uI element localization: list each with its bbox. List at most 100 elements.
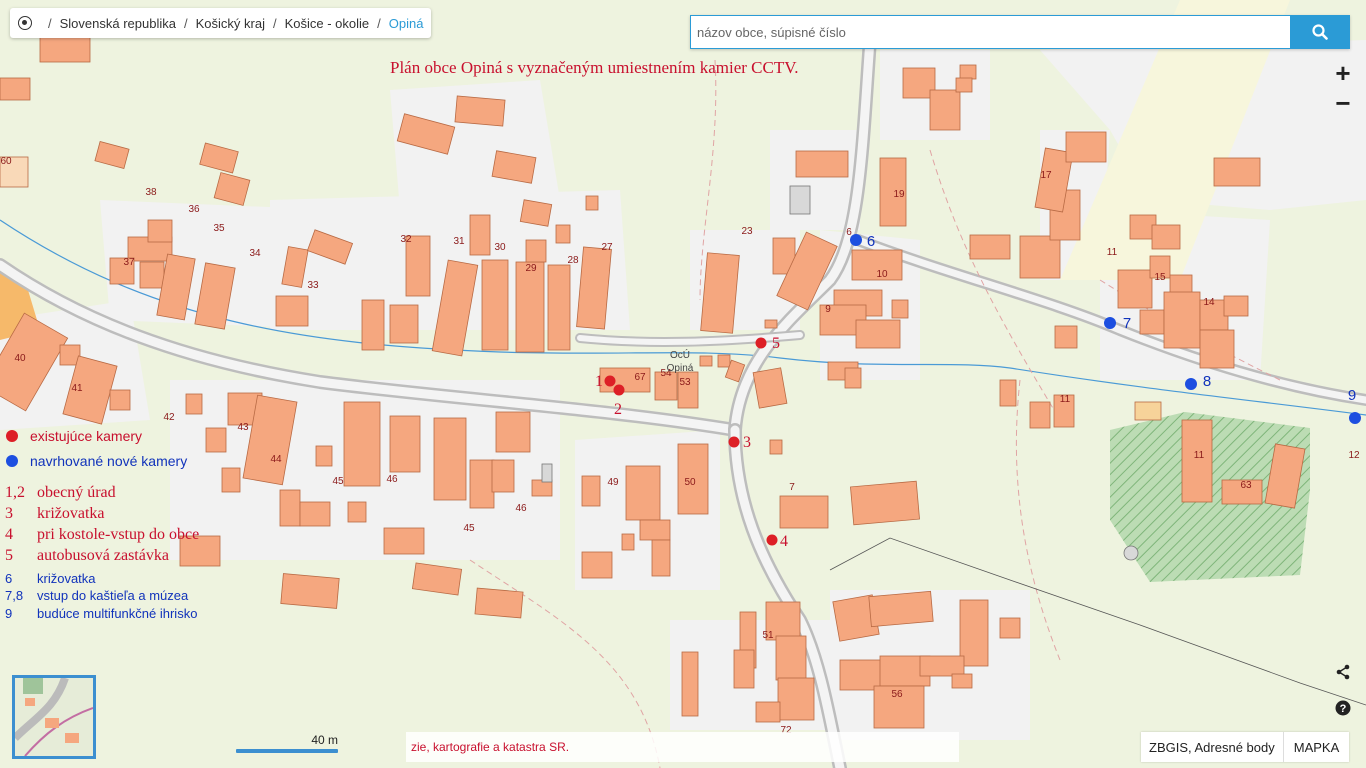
proposed-camera-marker (6, 455, 18, 467)
house-number: 11 (1060, 394, 1071, 405)
search-icon (1312, 24, 1328, 40)
scale-bar: 40 m (236, 733, 338, 753)
basemap-button[interactable]: MAPKA (1282, 732, 1350, 762)
breadcrumb-item-current[interactable]: Opiná (389, 16, 424, 31)
house-number: 34 (249, 248, 261, 259)
house-number: 43 (237, 422, 249, 433)
camera-number: 8 (1203, 373, 1211, 390)
house-number: 23 (741, 226, 753, 237)
breadcrumb: / Slovenská republika / Košický kraj / K… (10, 8, 432, 38)
house-number: 35 (213, 223, 225, 234)
breadcrumb-separator: / (48, 15, 52, 31)
svg-text:?: ? (1340, 703, 1347, 715)
house-number: 46 (386, 474, 398, 485)
breadcrumb-item-country[interactable]: Slovenská republika (60, 16, 176, 31)
house-number: 27 (601, 242, 613, 253)
legend-entry: 3 križovatka (5, 505, 105, 522)
house-number: 15 (1154, 272, 1166, 283)
layer-switcher: ZBGIS, Adresné body MAPKA (1141, 732, 1350, 762)
house-number: 45 (463, 523, 475, 534)
house-number: 67 (634, 372, 646, 383)
existing-camera-marker[interactable] (604, 375, 616, 387)
camera-number: 4 (780, 533, 788, 550)
legend-entry: 1,2 obecný úrad (5, 484, 116, 501)
place-label: OcÚ (670, 348, 690, 361)
house-number: 31 (453, 236, 465, 247)
house-number: 11 (1194, 450, 1205, 461)
house-number: 10 (876, 269, 888, 280)
proposed-camera-marker[interactable] (1349, 412, 1361, 424)
zoom-out-button[interactable]: − (1328, 88, 1358, 118)
camera-number: 1 (595, 373, 603, 390)
house-number: 60 (0, 156, 12, 167)
scale-line (236, 749, 338, 753)
existing-camera-marker[interactable] (728, 436, 740, 448)
house-number: 36 (188, 204, 200, 215)
legend-entry: 7,8 vstup do kaštieľa a múzea (5, 588, 189, 603)
camera-number: 2 (614, 401, 622, 418)
legend-existing: existujúce kamery (6, 428, 142, 444)
proposed-camera-marker[interactable] (850, 234, 862, 246)
house-number: 63 (1240, 480, 1252, 491)
proposed-camera-marker[interactable] (1104, 317, 1116, 329)
house-number: 49 (607, 477, 619, 488)
house-number: 37 (123, 257, 135, 268)
house-number: 46 (515, 503, 527, 514)
search-input[interactable] (690, 15, 1290, 49)
camera-number: 3 (743, 434, 751, 451)
legend-entry: 6 križovatka (5, 571, 96, 586)
camera-number: 9 (1348, 387, 1356, 404)
house-number: 53 (679, 377, 691, 388)
existing-camera-marker (6, 430, 18, 442)
legend-entry: 5 autobusová zastávka (5, 547, 169, 564)
proposed-camera-marker[interactable] (1185, 378, 1197, 390)
share-button[interactable] (1333, 662, 1353, 682)
legend-proposed: navrhované nové kamery (6, 453, 187, 469)
house-number: 33 (307, 280, 319, 291)
camera-number: 6 (867, 233, 875, 250)
house-number: 9 (825, 304, 831, 315)
house-number: 14 (1203, 297, 1215, 308)
existing-camera-marker[interactable] (755, 337, 767, 349)
breadcrumb-item-district[interactable]: Košice - okolie (285, 16, 370, 31)
breadcrumb-item-region[interactable]: Košický kraj (196, 16, 265, 31)
house-number: 17 (1040, 170, 1052, 181)
house-number: 12 (1348, 450, 1360, 461)
overview-map[interactable] (12, 675, 96, 759)
legend-entry: 4 pri kostole-vstup do obce (5, 526, 200, 543)
existing-camera-marker[interactable] (766, 534, 778, 546)
search-button[interactable] (1290, 15, 1350, 49)
house-number: 19 (893, 189, 905, 200)
help-icon: ? (1335, 700, 1351, 716)
help-button[interactable]: ? (1333, 698, 1353, 718)
breadcrumb-separator: / (377, 15, 381, 31)
house-number: 42 (163, 412, 175, 423)
camera-number: 5 (772, 335, 780, 352)
breadcrumb-separator: / (272, 15, 277, 31)
home-icon[interactable] (18, 16, 32, 30)
house-number: 32 (400, 234, 412, 245)
scale-label: 40 m (311, 733, 338, 747)
camera-number: 7 (1123, 315, 1131, 332)
existing-camera-marker[interactable] (613, 384, 625, 396)
place-label: Opiná (667, 363, 694, 374)
legend-entry: 9 budúce multifunkčné ihrisko (5, 606, 198, 621)
house-number: 38 (145, 187, 157, 198)
legend-proposed-label: navrhované nové kamery (30, 453, 188, 469)
zoom-in-button[interactable]: + (1328, 58, 1358, 88)
house-number: 50 (684, 477, 696, 488)
house-number: 40 (14, 353, 26, 364)
house-number: 11 (1107, 247, 1118, 258)
house-number: 28 (567, 255, 579, 266)
active-layer-label[interactable]: ZBGIS, Adresné body (1141, 740, 1283, 755)
house-number: 45 (332, 476, 344, 487)
legend-existing-label: existujúce kamery (30, 428, 143, 444)
house-number: 41 (71, 383, 83, 394)
house-number: 7 (789, 482, 795, 493)
house-number: 30 (494, 242, 506, 253)
map-canvas[interactable]: 6038363534373332 313029282723191711151410… (0, 0, 1366, 768)
house-number: 29 (525, 263, 537, 274)
house-number: 56 (891, 689, 903, 700)
map-title: Plán obce Opiná s vyznačeným umiestnením… (390, 58, 799, 77)
attribution: zie, kartografie a katastra SR. (406, 732, 959, 762)
